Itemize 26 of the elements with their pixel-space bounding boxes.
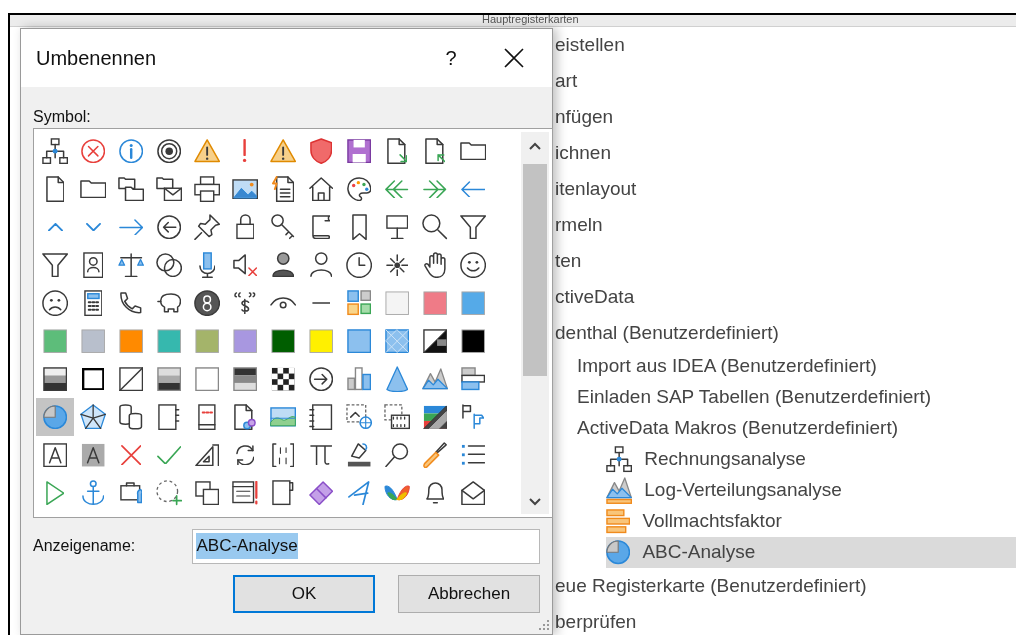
dialog-title: Umbenennen	[36, 46, 157, 71]
dialog-button[interactable]: OK	[233, 575, 375, 613]
tree-item[interactable]: eue Registerkarte (Benutzerdefiniert)	[555, 568, 1016, 604]
tree-item[interactable]: ABC-Analyse	[606, 537, 1016, 568]
tree-item[interactable]: nfügen	[555, 99, 1016, 135]
display-name-label: Anzeigename:	[33, 536, 137, 556]
display-name-field[interactable]: ABC-Analyse	[192, 528, 540, 564]
tree-item[interactable]: itenlayout	[555, 171, 1016, 207]
tree-item[interactable]: Einladen SAP Tabellen (Benutzerdefiniert)	[577, 382, 1016, 413]
tree-item[interactable]: art	[555, 63, 1016, 99]
help-button[interactable]: ?	[431, 38, 471, 78]
symbol-label: Symbol:	[33, 107, 92, 127]
tree-item[interactable]: ichnen	[555, 135, 1016, 171]
tree-item[interactable]: eistellen	[555, 27, 1016, 63]
tree-item[interactable]: Rechnungsanalyse	[606, 444, 1016, 475]
section-header: Hauptregisterkarten	[482, 15, 579, 26]
tree-item[interactable]: ActiveData Makros (Benutzerdefiniert)	[577, 413, 1016, 444]
tree-item[interactable]: ten	[555, 243, 1016, 279]
tree-item[interactable]: denthal (Benutzerdefiniert)	[555, 315, 1016, 351]
tree-item[interactable]: ctiveData	[555, 279, 1016, 315]
tree-item[interactable]: rmeln	[555, 207, 1016, 243]
tree-item[interactable]: Import aus IDEA (Benutzerdefiniert)	[577, 351, 1016, 382]
dialog-button[interactable]: Abbrechen	[398, 575, 540, 613]
tree-item[interactable]: Log-Verteilungsanalyse	[606, 475, 1016, 506]
tree-item[interactable]: Vollmachtsfaktor	[606, 506, 1016, 537]
tree-item[interactable]: berprüfen	[555, 604, 1016, 635]
